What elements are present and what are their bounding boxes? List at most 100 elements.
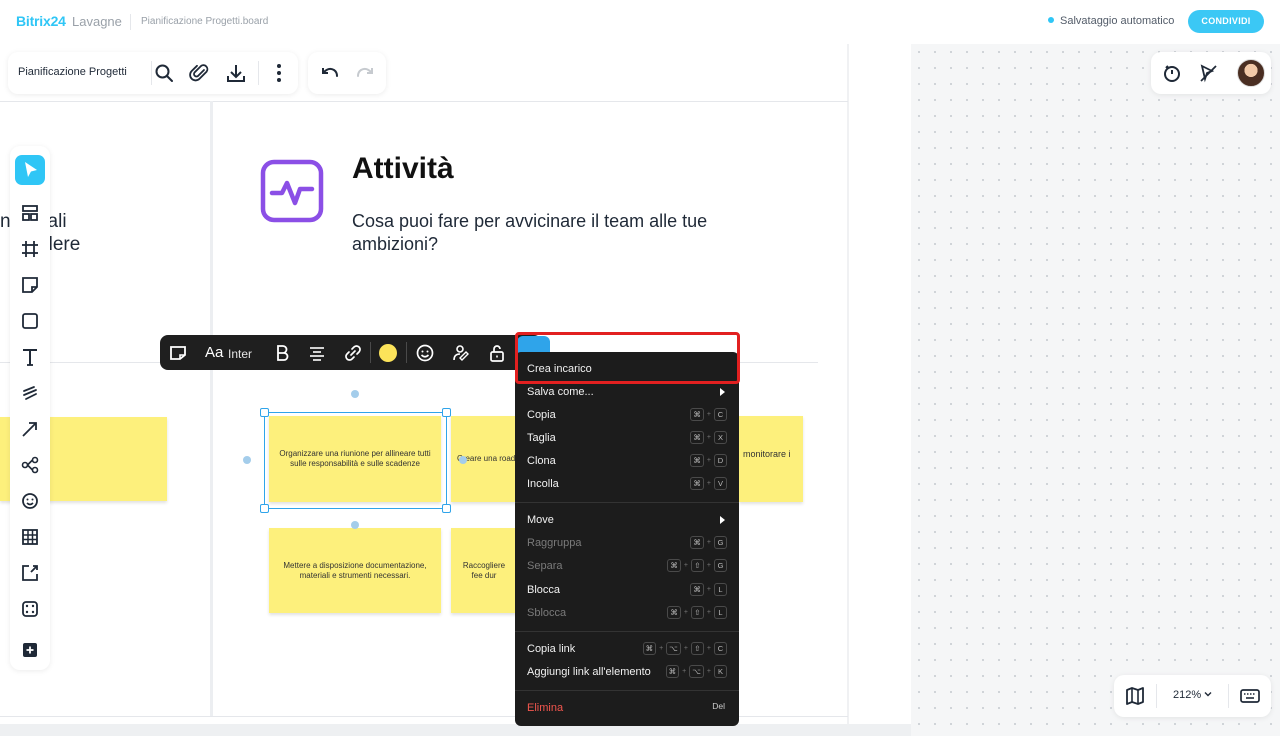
sticky-text: Raccogliere fee dur — [462, 560, 506, 580]
unlock-icon[interactable] — [487, 343, 507, 363]
share-button[interactable]: CONDIVIDI — [1188, 10, 1264, 33]
hide-cursors-icon[interactable] — [1197, 62, 1219, 84]
menu-item-sblocca[interactable]: Sblocca ⌘ + ⇧ + L — [515, 602, 739, 624]
connector-dot[interactable] — [243, 456, 251, 464]
undo-icon[interactable] — [319, 62, 341, 84]
zoom-level[interactable]: 212% — [1173, 689, 1212, 701]
brand-logo[interactable]: Bitrix24 — [16, 13, 66, 29]
redo-icon[interactable] — [354, 62, 376, 84]
emoji-icon[interactable] — [415, 343, 435, 363]
sticky-note[interactable]: Mettere a disposizione documentazione, m… — [269, 528, 441, 613]
shortcut: ⌘ + D — [690, 454, 727, 467]
dot-grid-canvas[interactable] — [911, 44, 1280, 736]
frame-border — [0, 101, 848, 102]
shape-icon[interactable] — [20, 311, 40, 331]
connector-dot[interactable] — [351, 390, 359, 398]
key: ⌘ — [690, 408, 704, 421]
shortcut: Del — [710, 701, 727, 714]
color-swatch-icon[interactable] — [378, 343, 398, 363]
shortcut: ⌘ + ⌥ + K — [665, 665, 727, 678]
key: Del — [712, 701, 725, 711]
mindmap-icon[interactable] — [20, 455, 40, 475]
key: X — [714, 431, 727, 444]
key: ⌘ — [665, 665, 680, 678]
avatar[interactable] — [1237, 59, 1265, 87]
keyboard-icon[interactable] — [1239, 685, 1261, 707]
horizontal-scrollbar[interactable] — [0, 724, 911, 736]
divider — [130, 14, 131, 30]
sticker-icon[interactable] — [20, 491, 40, 511]
sticky-note[interactable]: Raccogliere fee dur — [451, 528, 517, 613]
divider — [151, 61, 152, 85]
menu-item-incolla[interactable]: Incolla ⌘ + V — [515, 473, 739, 495]
resize-handle[interactable] — [260, 504, 269, 513]
menu-item-elimina[interactable]: Elimina Del — [515, 697, 739, 719]
text-icon[interactable] — [20, 347, 40, 367]
shortcut: ⌘ + C — [690, 408, 727, 421]
dice-icon[interactable] — [20, 599, 40, 619]
resize-handle[interactable] — [442, 504, 451, 513]
image-upload-icon[interactable] — [20, 563, 40, 583]
menu-divider — [515, 690, 739, 691]
file-title[interactable]: Pianificazione Progetti.board — [141, 16, 268, 27]
key: ⇧ — [690, 642, 704, 655]
key: K — [714, 665, 727, 678]
sticky-type-icon[interactable] — [168, 343, 188, 363]
align-icon[interactable] — [307, 343, 327, 363]
select-tool[interactable] — [15, 155, 45, 185]
section-divider — [740, 362, 818, 363]
pen-icon[interactable] — [20, 383, 40, 403]
add-icon[interactable] — [20, 640, 40, 660]
table-icon[interactable] — [20, 527, 40, 547]
menu-item-blocca[interactable]: Blocca ⌘ + L — [515, 579, 739, 601]
board-gutter — [849, 44, 911, 736]
key: ⇧ — [690, 559, 704, 572]
sticky-note[interactable]: monitorare i — [739, 416, 803, 502]
shortcut: ⌘ + ⌥ + ⇧ + C — [642, 642, 727, 655]
arrow-icon[interactable] — [20, 419, 40, 439]
key: ⌘ — [667, 559, 681, 572]
sticky-note[interactable]: Organizzare una riunione per allineare t… — [269, 416, 441, 502]
link-icon[interactable] — [343, 343, 363, 363]
attach-icon[interactable] — [189, 62, 211, 84]
menu-item-clona[interactable]: Clona ⌘ + D — [515, 450, 739, 472]
connector-dot[interactable] — [459, 456, 467, 464]
key: C — [714, 408, 727, 421]
search-icon[interactable] — [153, 62, 175, 84]
frame-icon[interactable] — [20, 239, 40, 259]
shortcut: ⌘ + X — [690, 431, 727, 444]
connector-dot[interactable] — [351, 521, 359, 529]
chevron-down-icon — [1204, 692, 1212, 697]
shortcut: ⌘ + L — [690, 583, 727, 596]
assign-user-icon[interactable] — [451, 343, 471, 363]
sticky-note-icon[interactable] — [20, 275, 40, 295]
menu-item-taglia[interactable]: Taglia ⌘ + X — [515, 427, 739, 449]
menu-item-separa[interactable]: Separa ⌘ + ⇧ + G — [515, 555, 739, 577]
menu-item-copia[interactable]: Copia ⌘ + C — [515, 404, 739, 426]
font-glyph[interactable]: Aa — [205, 344, 223, 361]
tools-toolbar — [10, 146, 50, 670]
divider — [370, 342, 371, 363]
timer-icon[interactable] — [1161, 62, 1183, 84]
font-selector[interactable]: Inter — [228, 347, 252, 361]
menu-item-salva-come[interactable]: Salva come... — [515, 381, 739, 403]
menu-item-label: Taglia — [527, 432, 556, 444]
download-icon[interactable] — [225, 62, 247, 84]
board-name[interactable]: Pianificazione Progetti — [18, 66, 127, 78]
template-icon[interactable] — [20, 203, 40, 223]
more-icon[interactable] — [268, 62, 290, 84]
bold-icon[interactable] — [272, 343, 292, 363]
map-icon[interactable] — [1124, 685, 1146, 707]
menu-item-copia-link[interactable]: Copia link ⌘ + ⌥ + ⇧ + C — [515, 638, 739, 660]
shortcut: ⌘ + ⇧ + L — [667, 606, 727, 619]
resize-handle[interactable] — [442, 408, 451, 417]
menu-item-move[interactable]: Move — [515, 509, 739, 531]
key: L — [714, 606, 727, 619]
menu-item-aggiungi-link[interactable]: Aggiungi link all'elemento ⌘ + ⌥ + K — [515, 661, 739, 683]
format-toolbar: Aa Inter — [160, 335, 542, 370]
brand-product: Lavagne — [72, 14, 122, 29]
sticky-text: Mettere a disposizione documentazione, m… — [283, 560, 427, 580]
resize-handle[interactable] — [260, 408, 269, 417]
menu-item-raggruppa[interactable]: Raggruppa ⌘ + G — [515, 532, 739, 554]
key: ⌘ — [690, 477, 704, 490]
